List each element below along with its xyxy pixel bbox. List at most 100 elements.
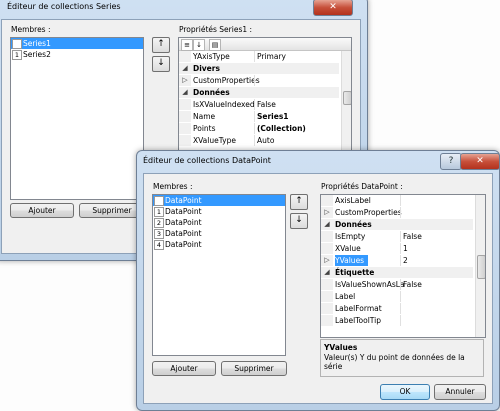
series-members-label: Membres : — [11, 25, 51, 34]
expand-icon[interactable]: ▷ — [321, 255, 333, 266]
property-name: LabelToolTip — [335, 316, 381, 325]
property-name: IsEmpty — [335, 232, 366, 241]
column-separator — [400, 279, 401, 290]
series-move-down-button[interactable]: ↓ — [152, 56, 170, 72]
list-item-label: Series2 — [23, 50, 51, 59]
property-name: Étiquette — [335, 268, 375, 277]
property-value[interactable]: False — [403, 279, 422, 290]
gutter — [321, 279, 333, 290]
property-value[interactable]: False — [403, 231, 422, 242]
gutter — [321, 291, 333, 302]
datapoint-dialog-titlebar[interactable]: Éditeur de collections DataPoint ? ✕ — [137, 151, 500, 173]
series-move-up-button[interactable]: ↑ — [152, 37, 170, 53]
property-row[interactable]: Points (Collection) — [179, 123, 339, 134]
datapoint-property-grid[interactable]: AxisLabel ▷ CustomProperties ◢ Données IsEmpt… — [320, 194, 486, 338]
datapoint-pg-scroll-thumb[interactable] — [477, 255, 485, 279]
property-name: IsValueShownAsLa — [335, 280, 405, 289]
list-item[interactable]: 1 Series2 — [11, 49, 143, 60]
series-close-button[interactable]: ✕ — [313, 0, 353, 16]
series-dialog-title: Éditeur de collections Series — [7, 2, 121, 11]
datapoint-pg-scrollbar[interactable] — [475, 195, 485, 337]
property-value[interactable]: 1 — [403, 243, 408, 254]
property-name: CustomProperties — [335, 208, 402, 217]
gutter — [179, 99, 191, 110]
series-pg-toolbar: ≡ ↓ ▤ — [179, 38, 351, 51]
column-separator — [400, 291, 401, 302]
property-category[interactable]: ◢ Données — [321, 219, 473, 230]
list-item[interactable]: 1 DataPoint — [153, 206, 285, 217]
list-item-index: 1 — [12, 50, 22, 60]
datapoint-dialog-title: Éditeur de collections DataPoint — [143, 156, 271, 165]
column-separator — [400, 207, 401, 218]
help-button[interactable]: ? — [440, 153, 462, 170]
property-name: LabelFormat — [335, 304, 382, 313]
property-name: Données — [193, 88, 230, 97]
datapoint-members-list[interactable]: 0 DataPoint 1 DataPoint 2 DataPoint 3 DataPoint… — [152, 194, 286, 356]
ok-button[interactable]: OK — [380, 384, 430, 400]
column-separator — [400, 243, 401, 254]
property-row[interactable]: IsXValueIndexed False — [179, 99, 339, 110]
property-row[interactable]: Name Series1 — [179, 111, 339, 122]
list-item-label: DataPoint — [165, 196, 202, 205]
property-row[interactable]: Label — [321, 291, 473, 302]
alphabetical-sort-icon[interactable]: ↓ — [193, 39, 205, 51]
property-pages-icon[interactable]: ▤ — [209, 39, 221, 51]
collapse-icon[interactable]: ◢ — [321, 267, 333, 278]
gutter — [179, 123, 191, 134]
datapoint-dialog-client: Membres : 0 DataPoint 1 DataPoint 2 DataPoint… — [143, 173, 493, 404]
property-category[interactable]: ◢ Divers — [179, 63, 339, 74]
categorized-view-icon[interactable]: ≡ — [181, 39, 193, 51]
property-row[interactable]: AxisLabel — [321, 195, 473, 206]
list-item[interactable]: 0 DataPoint — [153, 195, 285, 206]
column-separator — [254, 123, 255, 134]
property-row[interactable]: ▷ CustomProperties — [321, 207, 473, 218]
list-item-index: 0 — [154, 196, 164, 206]
property-value[interactable]: Primary — [257, 51, 286, 62]
list-item[interactable]: 3 DataPoint — [153, 228, 285, 239]
expand-icon[interactable]: ▷ — [321, 207, 333, 218]
series-pg-scroll-thumb[interactable] — [343, 91, 351, 105]
expand-icon[interactable]: ▷ — [179, 75, 191, 86]
property-value[interactable]: False — [257, 99, 276, 110]
collapse-icon[interactable]: ◢ — [179, 87, 191, 98]
property-category[interactable]: ◢ Étiquette — [321, 267, 473, 278]
datapoint-move-up-button[interactable]: ↑ — [290, 194, 308, 210]
series-members-list[interactable]: 0 Series1 1 Series2 — [10, 37, 144, 200]
property-row[interactable]: YAxisType Primary — [179, 51, 339, 62]
property-row[interactable]: ▷ YValues 2 — [321, 255, 473, 266]
list-item-index: 1 — [154, 207, 164, 217]
property-value[interactable]: (Collection) — [257, 123, 306, 134]
list-item[interactable]: 2 DataPoint — [153, 217, 285, 228]
list-item[interactable]: 0 Series1 — [11, 38, 143, 49]
datapoint-move-down-button[interactable]: ↓ — [290, 213, 308, 229]
datapoint-close-button[interactable]: ✕ — [460, 153, 500, 170]
cancel-button[interactable]: Annuler — [434, 384, 486, 400]
property-value[interactable]: Series1 — [257, 111, 289, 122]
property-value[interactable]: Auto — [257, 135, 274, 146]
datapoint-add-button[interactable]: Ajouter — [152, 361, 216, 376]
property-row[interactable]: XValue 1 — [321, 243, 473, 254]
gutter — [321, 195, 333, 206]
collapse-icon[interactable]: ◢ — [179, 63, 191, 74]
series-add-button[interactable]: Ajouter — [10, 203, 74, 218]
property-value[interactable]: 2 — [403, 255, 408, 266]
property-row[interactable]: IsEmpty False — [321, 231, 473, 242]
property-category[interactable]: ◢ Données — [179, 87, 339, 98]
datapoint-remove-button[interactable]: Supprimer — [221, 361, 287, 376]
collapse-icon[interactable]: ◢ — [321, 219, 333, 230]
property-row[interactable]: XValueType Auto — [179, 135, 339, 146]
list-item[interactable]: 4 DataPoint — [153, 239, 285, 250]
series-dialog-titlebar[interactable]: Éditeur de collections Series ✕ — [0, 0, 367, 19]
column-separator — [254, 135, 255, 146]
property-name: Name — [193, 112, 216, 121]
property-row[interactable]: ▷ CustomProperties — [179, 75, 339, 86]
property-row[interactable]: LabelFormat — [321, 303, 473, 314]
property-row[interactable]: IsValueShownAsLa False — [321, 279, 473, 290]
column-separator — [400, 315, 401, 326]
property-name: IsXValueIndexed — [193, 100, 255, 109]
column-separator — [254, 75, 255, 86]
property-row[interactable]: LabelToolTip — [321, 315, 473, 326]
property-description-panel: YValues Valeur(s) Y du point de données … — [320, 339, 484, 377]
list-item-index: 0 — [12, 39, 22, 49]
series-props-label: Propriétés Series1 : — [179, 25, 253, 34]
